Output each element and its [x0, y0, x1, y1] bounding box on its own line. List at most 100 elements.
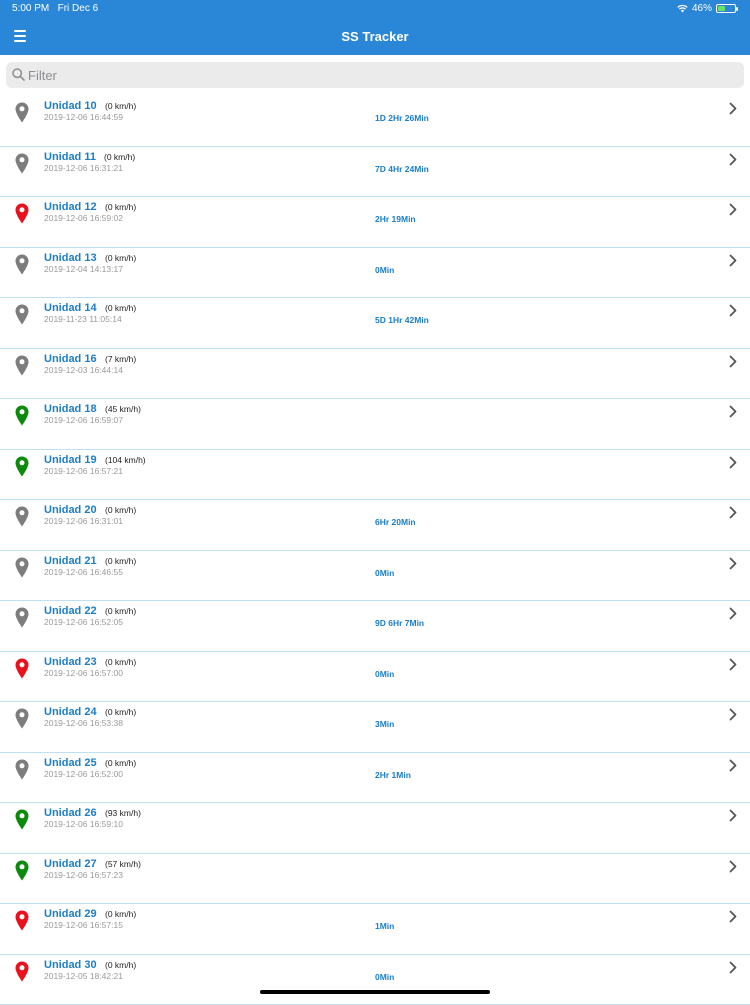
- chevron-right-icon: [729, 304, 737, 317]
- unit-name: Unidad 12: [44, 201, 97, 213]
- battery-icon: [716, 4, 736, 13]
- unit-timestamp: 2019-12-06 16:59:02: [44, 213, 123, 223]
- map-pin-icon: [15, 405, 29, 426]
- battery-fill: [718, 6, 725, 11]
- unit-name: Unidad 20: [44, 504, 97, 516]
- unit-speed: (0 km/h): [105, 253, 136, 263]
- list-item[interactable]: Unidad 12(0 km/h)2019-12-06 16:59:022Hr …: [0, 197, 750, 248]
- unit-timestamp: 2019-12-06 16:52:05: [44, 617, 123, 627]
- unit-duration: 0Min: [375, 568, 394, 578]
- chevron-right-icon: [729, 607, 737, 620]
- nav-header: 5:00 PM Fri Dec 6 46% SS Tracker: [0, 0, 750, 55]
- unit-timestamp: 2019-12-06 16:31:01: [44, 516, 123, 526]
- unit-timestamp: 2019-12-06 16:59:07: [44, 415, 123, 425]
- unit-speed: (0 km/h): [105, 202, 136, 212]
- map-pin-icon: [15, 759, 29, 780]
- unit-speed: (0 km/h): [105, 606, 136, 616]
- unit-duration: 0Min: [375, 972, 394, 982]
- unit-name: Unidad 10: [44, 100, 97, 112]
- map-pin-icon: [15, 910, 29, 931]
- unit-timestamp: 2019-12-06 16:57:23: [44, 870, 123, 880]
- unit-speed: (0 km/h): [105, 303, 136, 313]
- home-indicator[interactable]: [260, 990, 490, 994]
- unit-name: Unidad 19: [44, 454, 97, 466]
- unit-speed: (0 km/h): [105, 758, 136, 768]
- map-pin-icon: [15, 557, 29, 578]
- chevron-right-icon: [729, 860, 737, 873]
- unit-name: Unidad 18: [44, 403, 97, 415]
- unit-name: Unidad 30: [44, 959, 97, 971]
- list-item[interactable]: Unidad 14(0 km/h)2019-11-23 11:05:145D 1…: [0, 298, 750, 349]
- map-pin-icon: [15, 506, 29, 527]
- unit-speed: (0 km/h): [105, 101, 136, 111]
- unit-timestamp: 2019-12-06 16:57:00: [44, 668, 123, 678]
- status-right: 46%: [677, 3, 736, 14]
- unit-timestamp: 2019-12-06 16:57:15: [44, 920, 123, 930]
- list-item[interactable]: Unidad 24(0 km/h)2019-12-06 16:53:383Min: [0, 702, 750, 753]
- map-pin-icon: [15, 254, 29, 275]
- list-item[interactable]: Unidad 30(0 km/h)2019-12-05 18:42:210Min: [0, 955, 750, 1005]
- unit-speed: (7 km/h): [105, 354, 136, 364]
- list-item[interactable]: Unidad 27 (57 km/h)2019-12-06 16:57:23: [0, 854, 750, 905]
- chevron-right-icon: [729, 759, 737, 772]
- list-item[interactable]: Unidad 13(0 km/h)2019-12-04 14:13:170Min: [0, 248, 750, 299]
- unit-duration: 2Hr 1Min: [375, 770, 411, 780]
- list-item[interactable]: Unidad 18(45 km/h)2019-12-06 16:59:07: [0, 399, 750, 450]
- unit-speed: (0 km/h): [105, 657, 136, 667]
- status-time-date: 5:00 PM Fri Dec 6: [12, 3, 98, 14]
- unit-timestamp: 2019-12-06 16:44:59: [44, 112, 123, 122]
- unit-name: Unidad 23: [44, 656, 97, 668]
- chevron-right-icon: [729, 658, 737, 671]
- unit-name: Unidad 22: [44, 605, 97, 617]
- unit-name: Unidad 13: [44, 252, 97, 264]
- list-item[interactable]: Unidad 21(0 km/h)2019-12-06 16:46:550Min: [0, 551, 750, 602]
- unit-duration: 9D 6Hr 7Min: [375, 618, 424, 628]
- unit-name: Unidad 26: [44, 807, 97, 819]
- unit-duration: 5D 1Hr 42Min: [375, 315, 429, 325]
- wifi-icon: [677, 4, 688, 13]
- list-item[interactable]: Unidad 16 (7 km/h)2019-12-03 16:44:14: [0, 349, 750, 400]
- map-pin-icon: [15, 708, 29, 729]
- list-item[interactable]: Unidad 26(93 km/h)2019-12-06 16:59:10: [0, 803, 750, 854]
- status-bar: 5:00 PM Fri Dec 6 46%: [12, 3, 736, 17]
- list-item[interactable]: Unidad 20(0 km/h)2019-12-06 16:31:016Hr …: [0, 500, 750, 551]
- map-pin-icon: [15, 355, 29, 376]
- list-item[interactable]: Unidad 23(0 km/h)2019-12-06 16:57:000Min: [0, 652, 750, 703]
- unit-name: Unidad 16: [44, 353, 97, 365]
- unit-duration: 1Min: [375, 921, 394, 931]
- chevron-right-icon: [729, 557, 737, 570]
- chevron-right-icon: [729, 506, 737, 519]
- map-pin-icon: [15, 456, 29, 477]
- chevron-right-icon: [729, 355, 737, 368]
- chevron-right-icon: [729, 405, 737, 418]
- list-item[interactable]: Unidad 10(0 km/h)2019-12-06 16:44:591D 2…: [0, 96, 750, 147]
- chevron-right-icon: [729, 910, 737, 923]
- unit-speed: (57 km/h): [105, 859, 141, 869]
- map-pin-icon: [15, 153, 29, 174]
- unit-duration: 7D 4Hr 24Min: [375, 164, 429, 174]
- chevron-right-icon: [729, 102, 737, 115]
- unit-speed: (0 km/h): [105, 707, 136, 717]
- unit-timestamp: 2019-11-23 11:05:14: [44, 314, 122, 324]
- list-item[interactable]: Unidad 22 (0 km/h)2019-12-06 16:52:05 9D 6…: [0, 601, 750, 652]
- list-item[interactable]: Unidad 29(0 km/h)2019-12-06 16:57:151Min: [0, 904, 750, 955]
- list-item[interactable]: Unidad 11(0 km/h)2019-12-06 16:31:217D 4…: [0, 147, 750, 198]
- unit-name: Unidad 25: [44, 757, 97, 769]
- map-pin-icon: [15, 809, 29, 830]
- unit-duration: 6Hr 20Min: [375, 517, 416, 527]
- list-item[interactable]: Unidad 19(104 km/h)2019-12-06 16:57:21: [0, 450, 750, 501]
- list-item[interactable]: Unidad 25(0 km/h)2019-12-06 16:52:002Hr …: [0, 753, 750, 804]
- unit-timestamp: 2019-12-06 16:31:21: [44, 163, 123, 173]
- search-field-container[interactable]: [6, 62, 744, 88]
- chevron-right-icon: [729, 961, 737, 974]
- page-title: SS Tracker: [0, 29, 750, 44]
- unit-timestamp: 2019-12-06 16:59:10: [44, 819, 123, 829]
- search-bar: [0, 55, 750, 96]
- unit-timestamp: 2019-12-03 16:44:14: [44, 365, 123, 375]
- chevron-right-icon: [729, 809, 737, 822]
- unit-name: Unidad 27: [44, 858, 97, 870]
- filter-input[interactable]: [28, 66, 628, 84]
- status-date: Fri Dec 6: [58, 3, 99, 14]
- status-time: 5:00 PM: [12, 3, 49, 14]
- chevron-right-icon: [729, 708, 737, 721]
